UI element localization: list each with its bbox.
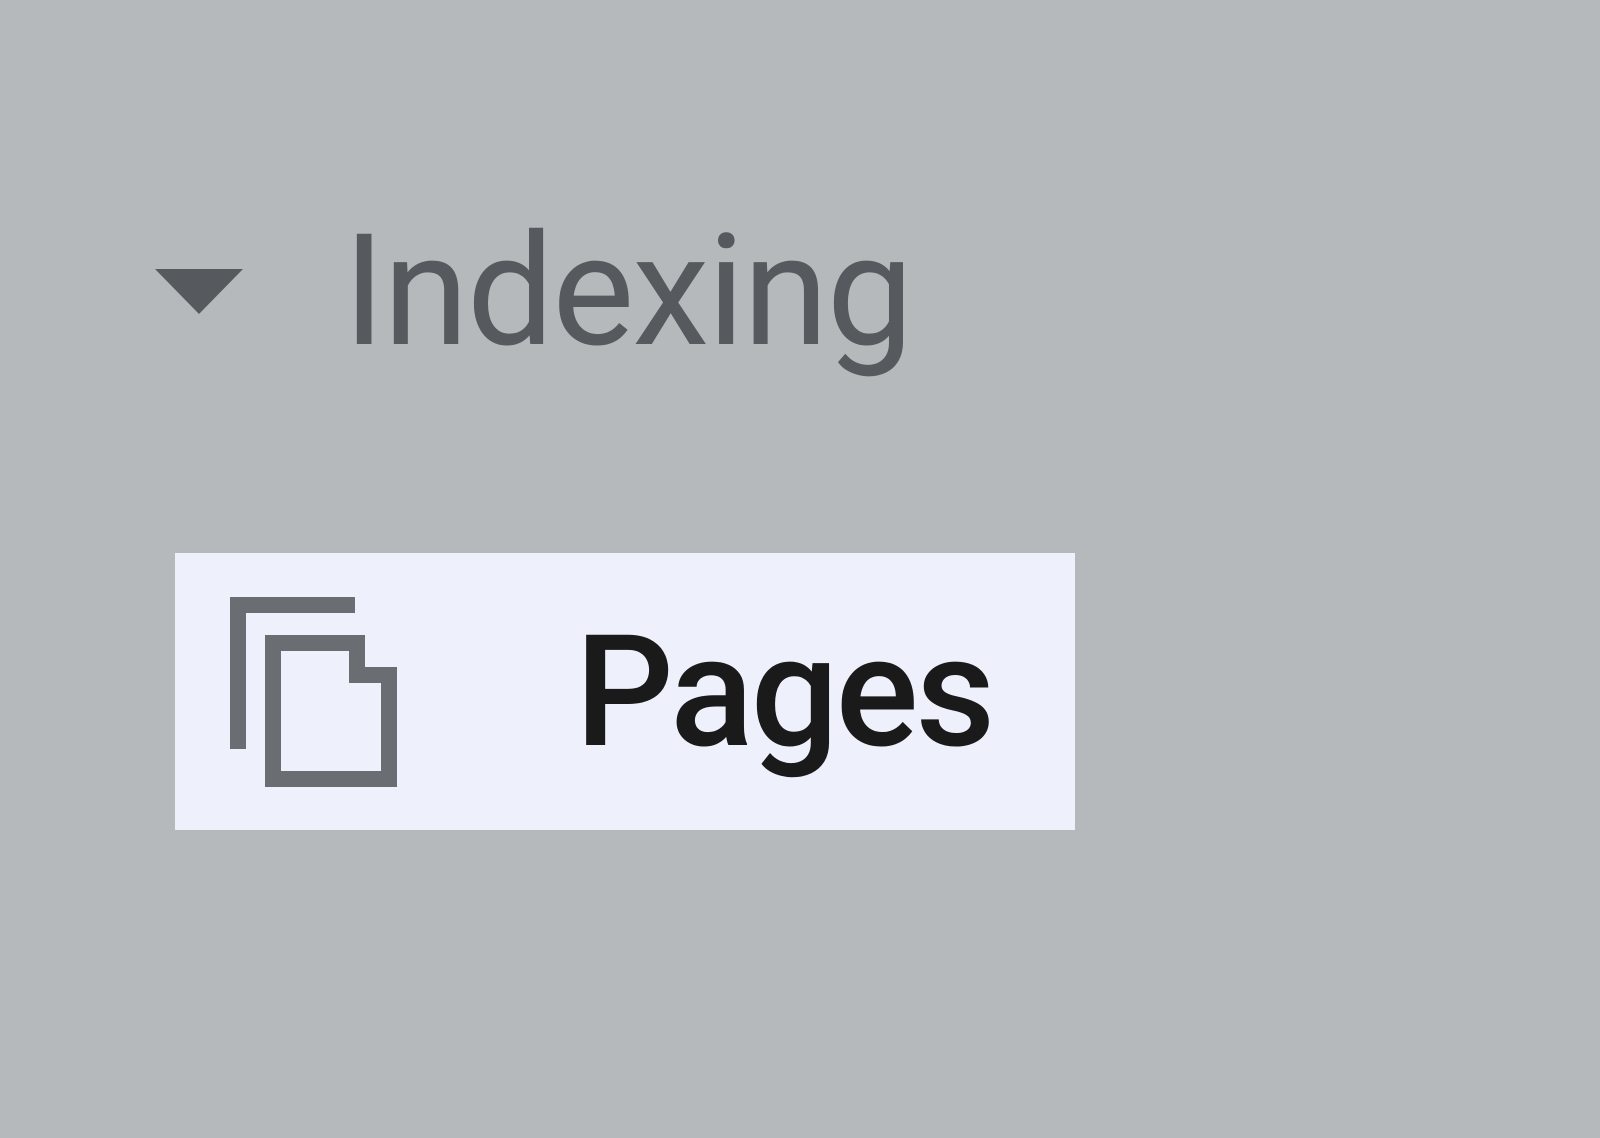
sidebar-item-pages[interactable]: Pages: [175, 553, 1075, 830]
section-title: Indexing: [343, 200, 912, 382]
chevron-down-icon: [155, 269, 243, 314]
pages-icon: [230, 597, 400, 787]
sidebar-item-label: Pages: [575, 601, 992, 783]
sidebar-section-indexing[interactable]: Indexing: [155, 200, 912, 382]
